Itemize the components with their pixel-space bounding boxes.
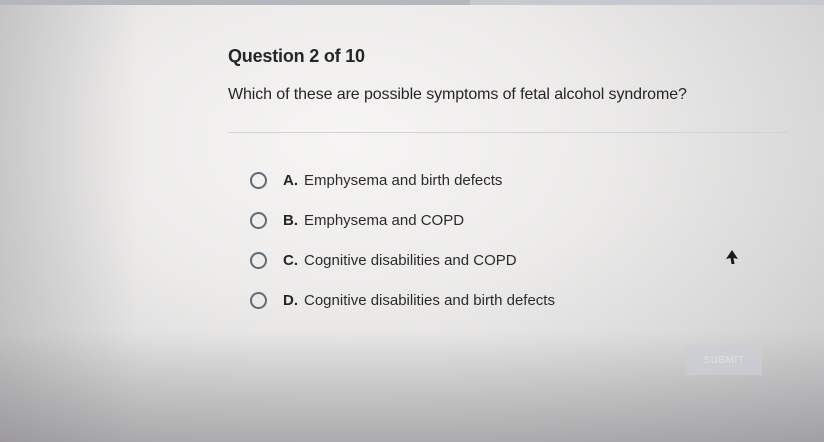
radio-unchecked-icon[interactable] xyxy=(250,291,267,309)
top-bar-progress xyxy=(0,0,470,5)
arrow-cursor-icon xyxy=(726,250,738,264)
answer-choices: A. Emphysema and birth defects B. Emphys… xyxy=(250,160,770,320)
choice-d[interactable]: D. Cognitive disabilities and birth defe… xyxy=(250,280,770,320)
choice-text: Emphysema and birth defects xyxy=(304,171,503,189)
choice-letter: C. xyxy=(283,251,298,269)
choice-letter: A. xyxy=(283,171,298,189)
choice-a[interactable]: A. Emphysema and birth defects xyxy=(250,160,770,200)
choice-letter: B. xyxy=(283,211,298,229)
choice-b[interactable]: B. Emphysema and COPD xyxy=(250,200,770,240)
submit-button[interactable]: SUBMIT xyxy=(686,345,762,375)
choice-text: Emphysema and COPD xyxy=(304,211,465,229)
question-text: Which of these are possible symptoms of … xyxy=(228,86,687,103)
radio-unchecked-icon[interactable] xyxy=(250,251,267,269)
choice-letter: D. xyxy=(283,291,298,309)
choice-text: Cognitive disabilities and COPD xyxy=(304,251,517,269)
radio-unchecked-icon[interactable] xyxy=(250,171,267,189)
choice-text: Cognitive disabilities and birth defects xyxy=(304,291,555,309)
question-header: Question 2 of 10 xyxy=(228,46,365,66)
radio-unchecked-icon[interactable] xyxy=(250,211,267,229)
choice-c[interactable]: C. Cognitive disabilities and COPD xyxy=(250,240,770,280)
divider xyxy=(228,132,788,133)
